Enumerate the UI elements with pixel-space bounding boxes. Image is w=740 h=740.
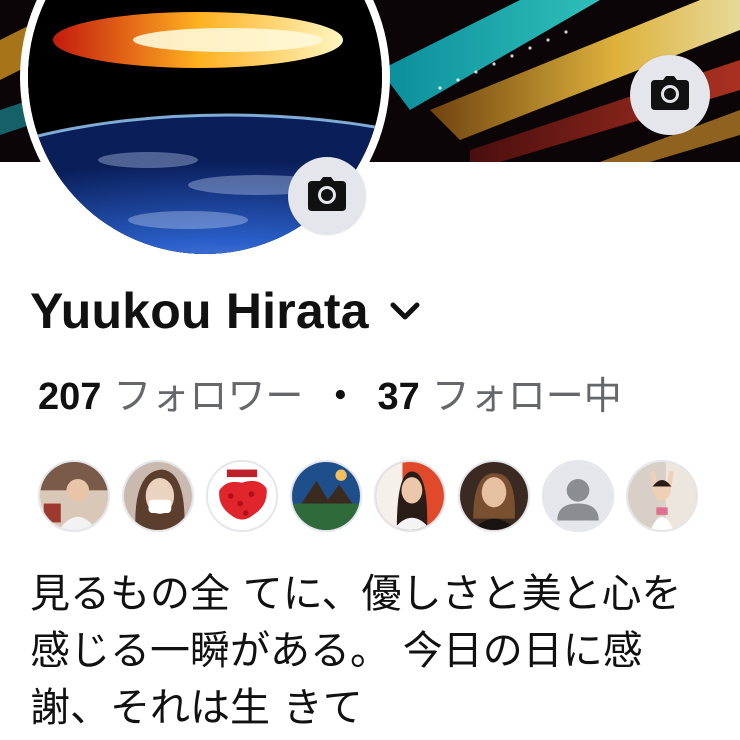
friend-avatar[interactable] [626, 460, 698, 532]
edit-profile-picture-button[interactable] [288, 157, 366, 235]
profile-name-row[interactable]: Yuukou Hirata [30, 286, 425, 336]
friend-avatar[interactable] [206, 460, 278, 532]
followers-label[interactable]: フォロワー [113, 376, 303, 418]
camera-icon [308, 176, 346, 216]
friend-avatar[interactable] [290, 460, 362, 532]
separator-dot: ・ [321, 376, 360, 418]
following-count[interactable]: 37 [377, 376, 419, 418]
chevron-down-icon[interactable] [385, 291, 425, 331]
friends-avatar-list [38, 460, 698, 532]
friend-avatar[interactable] [542, 460, 614, 532]
friend-avatar[interactable] [38, 460, 110, 532]
profile-bio: 見るもの全 てに、優しさと美と心を 感じる一瞬がある。 今日の日に感謝、それは生… [30, 571, 682, 731]
camera-icon [651, 75, 689, 115]
friend-avatar[interactable] [374, 460, 446, 532]
edit-cover-photo-button[interactable] [630, 55, 710, 135]
follow-stats: 207 フォロワー・ 37 フォロー中 [38, 378, 622, 416]
person-silhouette-icon [544, 462, 612, 530]
followers-count[interactable]: 207 [38, 376, 101, 418]
friend-avatar[interactable] [122, 460, 194, 532]
friend-avatar[interactable] [458, 460, 530, 532]
profile-name: Yuukou Hirata [30, 283, 369, 339]
following-label[interactable]: フォロー中 [432, 376, 622, 418]
